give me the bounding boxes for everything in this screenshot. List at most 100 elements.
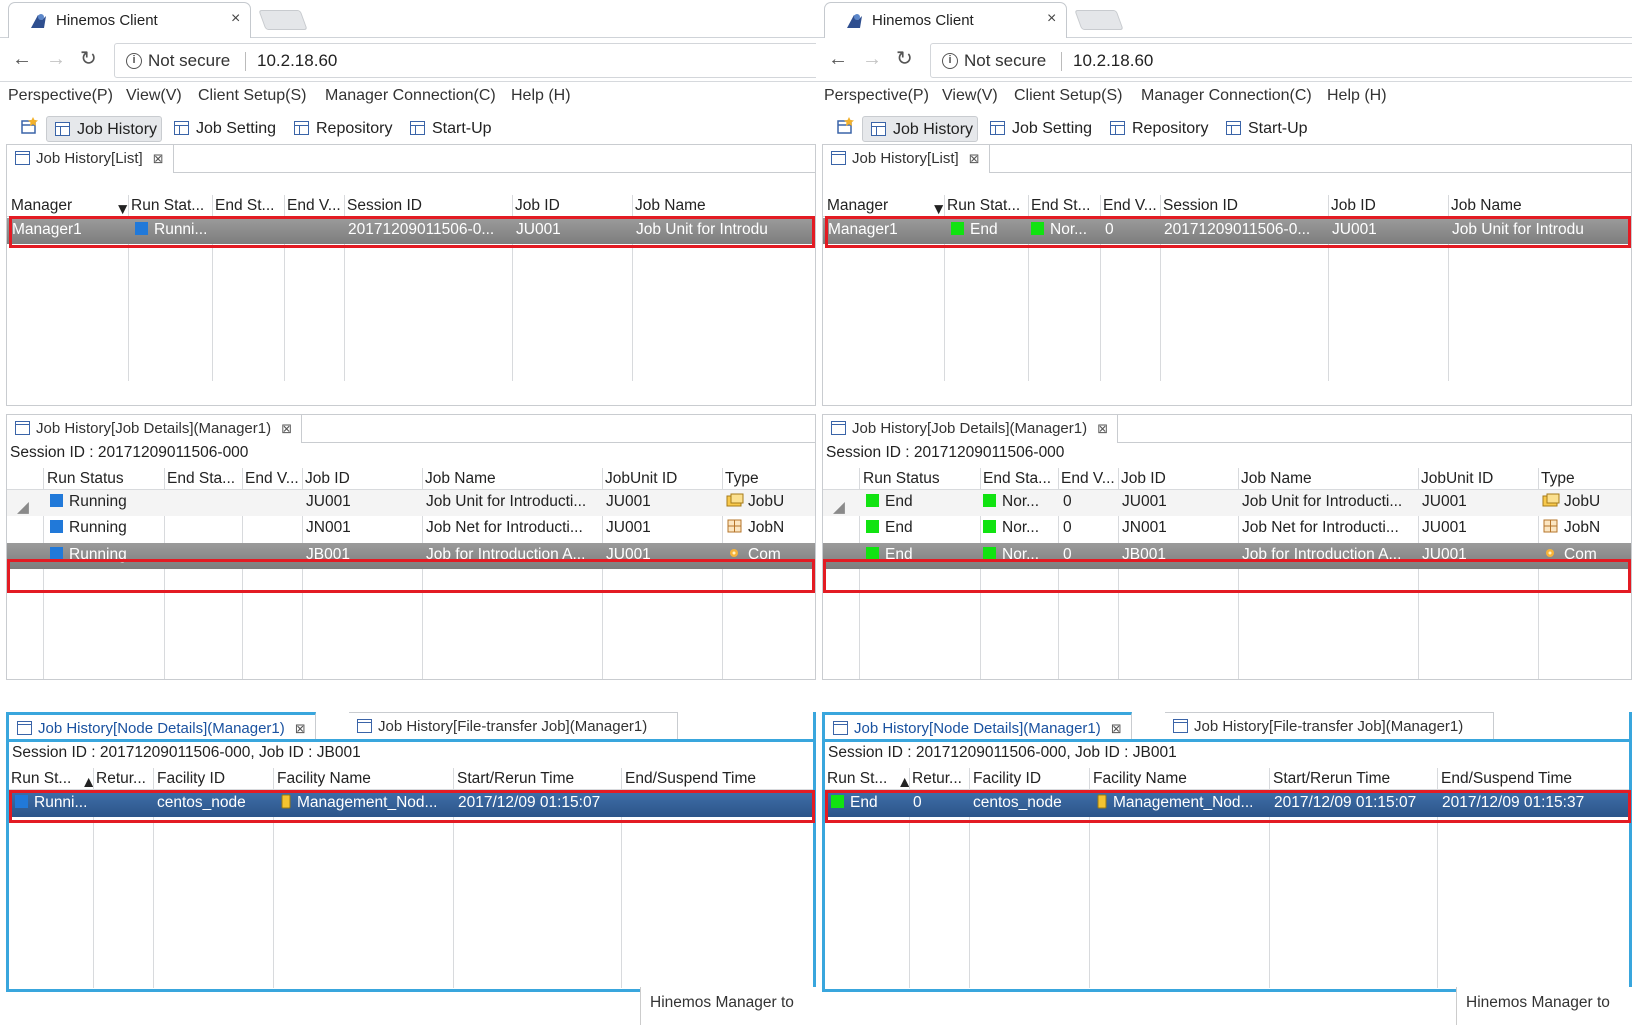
col-run-status[interactable]: Run Status [47,470,163,488]
col-run-status[interactable]: Run Stat... [947,197,1027,215]
tab-start-up[interactable]: Start-Up [1218,116,1318,142]
reload-icon[interactable]: ↻ [896,47,913,71]
menu-help[interactable]: Help (H) [511,87,571,105]
col-end-status[interactable]: End St... [215,197,285,215]
col-start-time[interactable]: Start/Rerun Time [457,770,621,788]
expand-icon[interactable]: ◢ [833,498,845,517]
col-run-status[interactable]: Run St... [11,770,91,788]
close-view-icon[interactable]: ⊠ [295,715,306,742]
tab-repository[interactable]: Repository [1102,116,1218,142]
col-job-id[interactable]: Job ID [305,470,421,488]
menu-view[interactable]: View(V) [126,87,182,105]
menu-manager-connection[interactable]: Manager Connection(C) [325,87,496,105]
url-field[interactable]: i Not secure 10.2.18.60 [114,43,816,78]
tab-start-up[interactable]: Start-Up [402,116,502,142]
col-end-status[interactable]: End Sta... [167,470,243,488]
menu-manager-connection[interactable]: Manager Connection(C) [1141,87,1312,105]
close-tab-icon[interactable]: × [231,10,240,28]
table-row[interactable]: Manager1 End Nor... 0 20171209011506-0..… [823,218,1631,244]
tab-job-setting[interactable]: Job Setting [166,116,284,142]
col-facility-name[interactable]: Facility Name [1093,770,1269,788]
table-row[interactable]: End 0 centos_node Management_Nod... 2017… [825,791,1629,817]
tree-row-jobunit[interactable]: ◢ Running JU001 Job Unit for Introducti.… [7,490,815,517]
tab-node-details[interactable]: Job History[Node Details](Manager1) ⊠ [9,712,316,742]
browser-tab[interactable]: Hinemos Client × [824,2,1067,38]
close-view-icon[interactable]: ⊠ [969,145,980,172]
col-job-name[interactable]: Job Name [635,197,815,215]
tab-file-transfer-job[interactable]: Job History[File-transfer Job](Manager1) [1165,712,1495,740]
col-return-value[interactable]: Retur... [912,770,972,788]
tree-row-jobnet[interactable]: Running JN001 Job Net for Introducti... … [7,516,815,542]
close-view-icon[interactable]: ⊠ [1111,715,1122,742]
col-end-status[interactable]: End St... [1031,197,1101,215]
col-facility-name[interactable]: Facility Name [277,770,453,788]
new-tab-button[interactable] [258,10,308,30]
browser-tab[interactable]: Hinemos Client × [8,2,251,38]
col-start-time[interactable]: Start/Rerun Time [1273,770,1437,788]
col-end-time[interactable]: End/Suspend Time [625,770,813,788]
tab-job-history-list[interactable]: Job History[List] ⊠ [7,145,174,173]
tab-node-details[interactable]: Job History[Node Details](Manager1) ⊠ [825,712,1132,742]
table-row[interactable]: Runni... centos_node Management_Nod... 2… [9,791,813,817]
col-manager[interactable]: Manager [827,197,935,215]
col-job-name[interactable]: Job Name [1241,470,1417,488]
url-field[interactable]: i Not secure 10.2.18.60 [930,43,1632,78]
col-end-status[interactable]: End Sta... [983,470,1059,488]
tab-job-details[interactable]: Job History[Job Details](Manager1) ⊠ [7,415,303,443]
menu-client-setup[interactable]: Client Setup(S) [198,87,307,105]
col-run-status[interactable]: Run St... [827,770,907,788]
col-end-value[interactable]: End V... [1061,470,1119,488]
reload-icon[interactable]: ↻ [80,47,97,71]
forward-arrow-icon[interactable]: → [46,47,66,71]
info-icon[interactable]: i [942,53,958,69]
col-job-id[interactable]: Job ID [1331,197,1447,215]
tab-job-details[interactable]: Job History[Job Details](Manager1) ⊠ [823,415,1119,443]
col-type[interactable]: Type [725,470,815,488]
close-view-icon[interactable]: ⊠ [1097,415,1108,442]
menu-perspective[interactable]: Perspective(P) [8,87,113,105]
menu-view[interactable]: View(V) [942,87,998,105]
tab-job-history-list[interactable]: Job History[List] ⊠ [823,145,990,173]
open-perspective-icon[interactable] [836,116,856,136]
close-view-icon[interactable]: ⊠ [281,415,292,442]
col-facility-id[interactable]: Facility ID [973,770,1089,788]
col-job-name[interactable]: Job Name [1451,197,1631,215]
col-job-id[interactable]: Job ID [515,197,631,215]
col-run-status[interactable]: Run Stat... [131,197,211,215]
back-arrow-icon[interactable]: ← [828,47,848,71]
menu-perspective[interactable]: Perspective(P) [824,87,929,105]
new-tab-button[interactable] [1074,10,1124,30]
col-end-value[interactable]: End V... [287,197,345,215]
expand-icon[interactable]: ◢ [17,498,29,517]
col-job-name[interactable]: Job Name [425,470,601,488]
menu-help[interactable]: Help (H) [1327,87,1387,105]
forward-arrow-icon[interactable]: → [862,47,882,71]
tree-row-job[interactable]: End Nor... 0 JB001 Job for Introduction … [823,543,1631,569]
tree-row-job[interactable]: Running JB001 Job for Introduction A... … [7,543,815,569]
sort-ascending-icon[interactable]: ▲ [81,774,96,792]
col-run-status[interactable]: Run Status [863,470,979,488]
tree-row-jobnet[interactable]: End Nor... 0 JN001 Job Net for Introduct… [823,516,1631,542]
col-manager[interactable]: Manager [11,197,119,215]
col-session-id[interactable]: Session ID [347,197,511,215]
tab-job-history[interactable]: Job History [862,116,978,142]
back-arrow-icon[interactable]: ← [12,47,32,71]
open-perspective-icon[interactable] [20,116,40,136]
sort-ascending-icon[interactable]: ▲ [897,774,912,792]
menu-client-setup[interactable]: Client Setup(S) [1014,87,1123,105]
col-return-value[interactable]: Retur... [96,770,156,788]
tab-file-transfer-job[interactable]: Job History[File-transfer Job](Manager1) [349,712,679,740]
col-jobunit-id[interactable]: JobUnit ID [1421,470,1537,488]
col-session-id[interactable]: Session ID [1163,197,1327,215]
col-end-value[interactable]: End V... [245,470,303,488]
tree-row-jobunit[interactable]: ◢ End Nor... 0 JU001 Job Unit for Introd… [823,490,1631,517]
col-end-value[interactable]: End V... [1103,197,1161,215]
col-type[interactable]: Type [1541,470,1631,488]
col-facility-id[interactable]: Facility ID [157,770,273,788]
close-tab-icon[interactable]: × [1047,10,1056,28]
tab-repository[interactable]: Repository [286,116,402,142]
close-view-icon[interactable]: ⊠ [153,145,164,172]
tab-job-history[interactable]: Job History [46,116,162,142]
col-end-time[interactable]: End/Suspend Time [1441,770,1629,788]
info-icon[interactable]: i [126,53,142,69]
